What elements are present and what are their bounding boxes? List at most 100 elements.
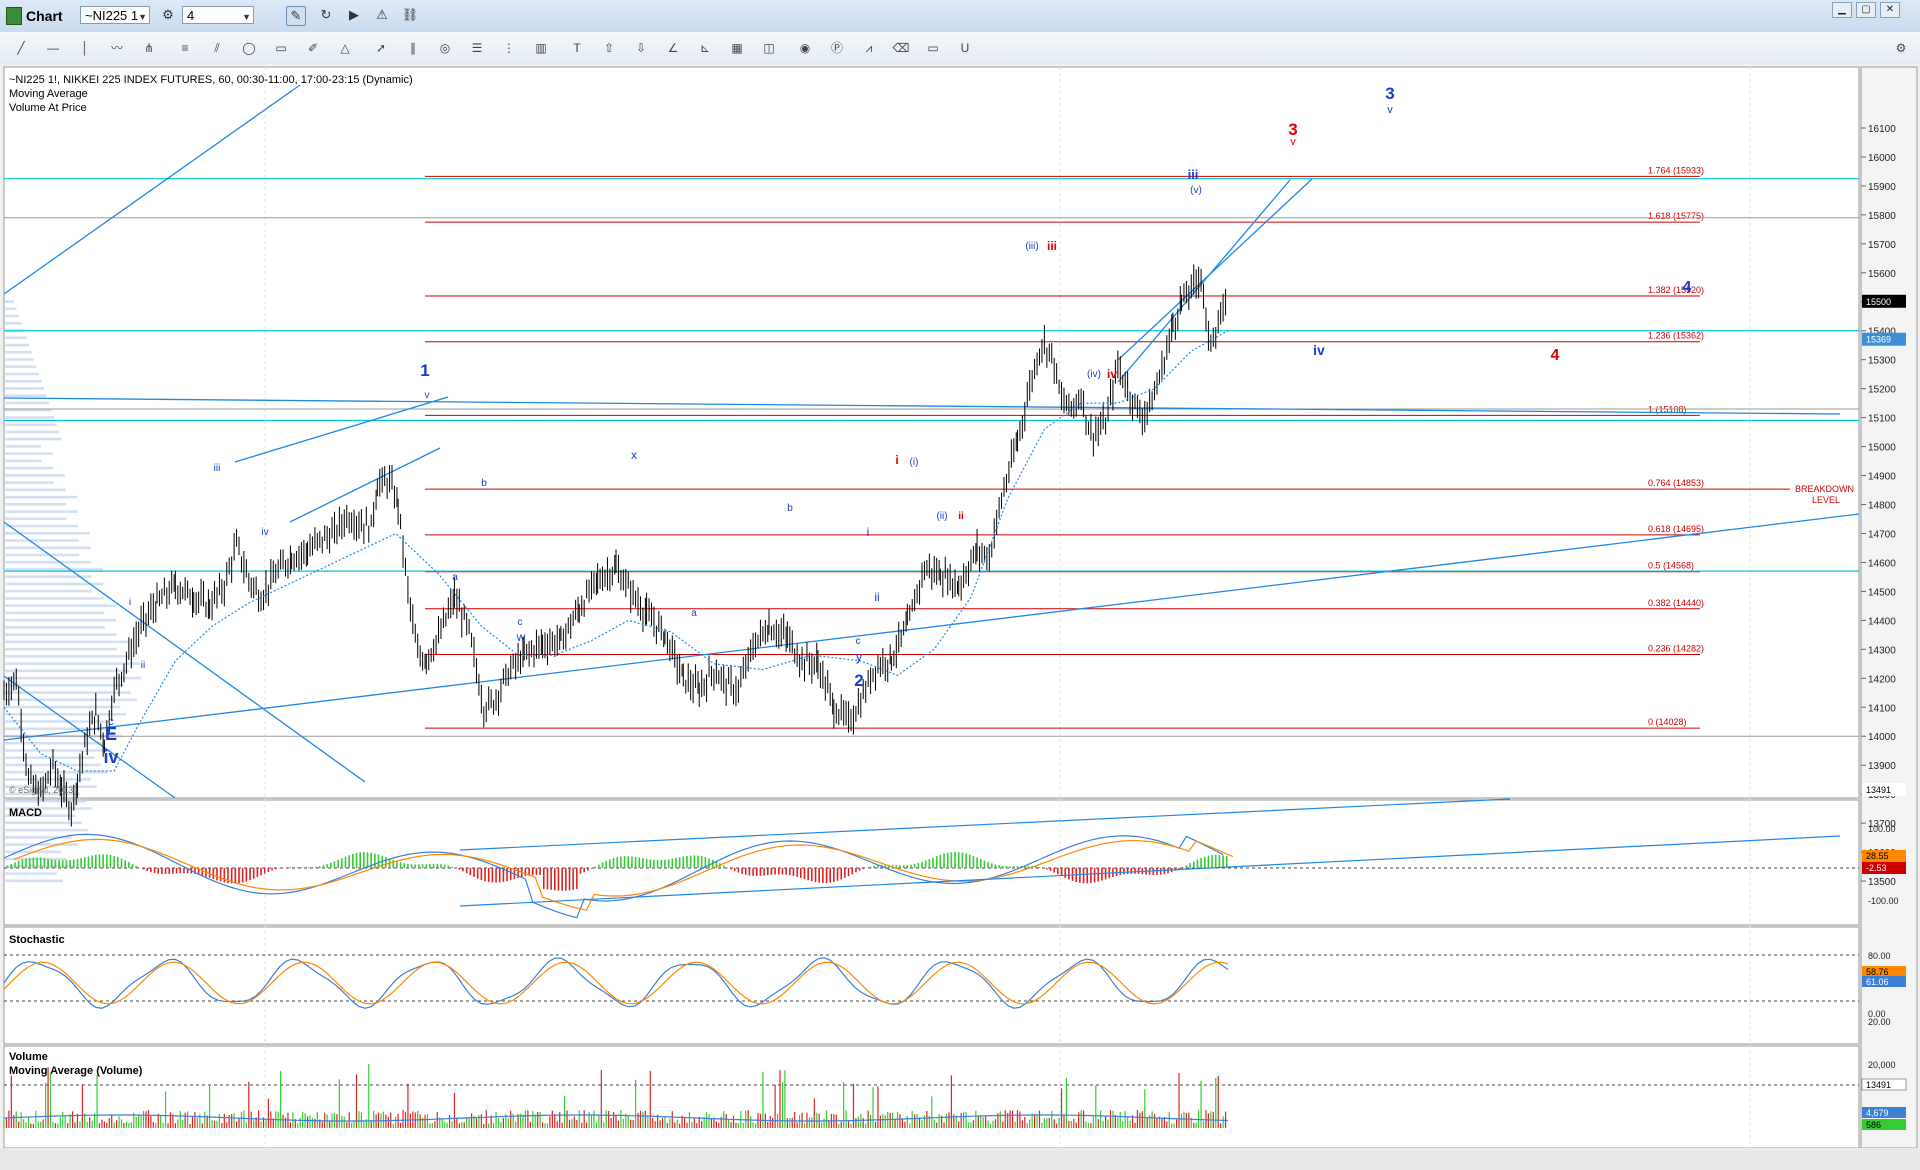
magnet-icon[interactable]: U [954,38,976,58]
volume-at-price-bar [4,495,78,499]
volume-at-price-bar [4,322,22,325]
fib-ext-icon[interactable]: ☰ [466,38,488,58]
y-tick-label: 14600 [1868,558,1896,569]
volume-at-price-bar [4,430,59,434]
window-title: Chart [26,8,63,24]
arrow-down-icon[interactable]: ⇩ [630,38,652,58]
wave-label: iii [1188,167,1199,182]
channel-icon[interactable]: ⫽ [206,38,228,58]
line-tool-icon[interactable]: ╱ [10,38,32,58]
maximize-icon[interactable]: ▢ [1856,2,1876,18]
refresh-icon[interactable]: ↻ [316,6,336,26]
wave-label: b [787,503,793,514]
volume-at-price-bar [4,481,54,484]
wave-label: i [895,453,898,467]
y-tick-label: 14000 [1868,732,1896,743]
volume-at-price-bar [4,510,78,513]
volume-at-price-bar [4,633,117,636]
copyright-label: © eSignal, 2013 [9,785,73,795]
fib-level-label: 0.618 (14695) [1648,524,1704,534]
fib-level-label: 1.618 (15775) [1648,211,1704,221]
price-tag-label: 15500 [1866,297,1891,307]
volume-at-price-bar [4,314,19,318]
title-bar: Chart ~NI225 1 ▼ ⚙ 4 ▼ ✎ ↻ ▶ ⚠ ⛓ ▁ ▢ ✕ [0,0,1920,33]
arrow-tool-icon[interactable]: ➚ [370,38,392,58]
bars-icon[interactable]: ▥ [530,38,552,58]
symbol-input[interactable]: ~NI225 1 ▼ [80,6,150,24]
volume-at-price-bar [4,676,141,680]
alert-icon[interactable]: ⚠ [372,6,392,26]
zigzag-icon[interactable]: ⩘ [858,38,880,58]
volume-at-price-bar [4,307,17,311]
wave-label: 3 [1385,84,1394,103]
interval-input[interactable]: 4 ▼ [182,6,254,24]
circle-tool-icon[interactable]: ◎ [434,38,456,58]
wave-label: c [518,617,523,628]
brush-icon[interactable]: ✐ [302,38,324,58]
fib-time-icon[interactable]: ⋮ [498,38,520,58]
chevron-down-icon[interactable]: ▼ [138,8,147,26]
eye-icon[interactable]: ◉ [794,38,816,58]
macd-tag-label: 28.55 [1866,851,1889,861]
fib-level-label: 0.382 (14440) [1648,598,1704,608]
wave-label: w [516,630,526,644]
rect-icon[interactable]: ▭ [270,38,292,58]
volume-at-price-bar [4,691,131,694]
volume-at-price-bar [4,655,129,658]
hline-tool-icon[interactable]: — [42,38,64,58]
arrow-up-icon[interactable]: ⇧ [598,38,620,58]
link-icon[interactable]: ⛓ [400,6,420,26]
chevron-down-icon[interactable]: ▼ [242,8,251,26]
fib-tool-icon[interactable]: ≡ [174,38,196,58]
vline-tool-icon[interactable]: │ [74,38,96,58]
wave-tool-icon[interactable]: 〰 [106,38,128,58]
volume-at-price-bar [4,445,41,448]
macd-title: MACD [9,807,42,819]
close-icon[interactable]: ✕ [1880,2,1900,18]
y-tick-label: 15200 [1868,385,1896,396]
mob-icon[interactable]: ◫ [758,38,780,58]
grid-icon[interactable]: ▦ [726,38,748,58]
y-tick-label: 14400 [1868,616,1896,627]
volume-tick-label: 20,000 [1868,1060,1896,1070]
volume-at-price-bar [4,343,29,347]
eraser-icon[interactable]: ⌫ [890,38,912,58]
breakdown-label: BREAKDOWN [1795,484,1854,494]
wave-label: (iv) [1087,369,1101,380]
wave-label: c [856,636,861,647]
chart-area[interactable]: 1610016000159001580015700156001550015400… [0,64,1920,1148]
pitchfork-icon[interactable]: ⋔ [138,38,160,58]
ellipse-icon[interactable]: ◯ [238,38,260,58]
fib-level-label: 1.764 (15933) [1648,165,1704,175]
y-tick-label: 15800 [1868,211,1896,222]
wave-label: x [631,448,637,462]
level-label: LEVEL [1812,495,1840,505]
macd-tick-label: -100.00 [1868,896,1899,906]
wave-label: iii [214,463,221,474]
play-icon[interactable]: ▶ [344,6,364,26]
volume-at-price-bar [4,857,68,861]
volume-at-price-bar [4,394,47,398]
volume-at-price-bar [4,474,65,477]
y-tick-label: 14700 [1868,529,1896,540]
volume-at-price-bar [4,640,129,644]
triangle-icon[interactable]: △ [334,38,356,58]
pencil-icon[interactable]: ✎ [286,6,306,26]
gann-icon[interactable]: ⊾ [694,38,716,58]
pti-icon[interactable]: Ⓟ [826,38,848,58]
wave-label: 2 [854,671,863,690]
volume-at-price-bar [4,879,63,883]
volume-at-price-bar [4,698,137,702]
parallel-icon[interactable]: ∥ [402,38,424,58]
minimize-icon[interactable]: ▁ [1832,2,1852,18]
wave-label: iii [1047,239,1057,253]
y-tick-label: 15300 [1868,356,1896,367]
symbol-settings-icon[interactable]: ⚙ [158,6,178,26]
settings-icon[interactable]: ⚙ [1890,38,1912,58]
text-icon[interactable]: T [566,38,588,58]
angle-icon[interactable]: ∠ [662,38,684,58]
volume-at-price-bar [4,503,66,506]
wave-label: (v) [1190,185,1202,196]
comment-icon[interactable]: ▭ [922,38,944,58]
fib-level-label: 1.382 (15520) [1648,285,1704,295]
